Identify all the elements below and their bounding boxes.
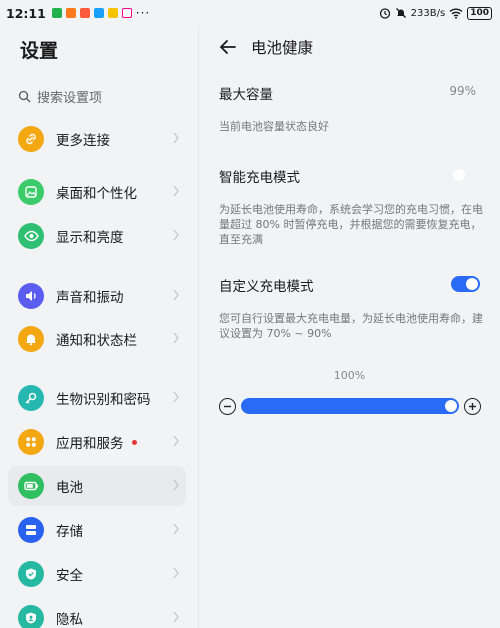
sidebar-item-battery[interactable]: 电池 bbox=[8, 466, 186, 506]
status-bar: 12:11 ··· 233B/s 100 bbox=[0, 0, 500, 26]
chevron-right-icon bbox=[173, 611, 179, 623]
status-bar-right: 233B/s 100 bbox=[379, 6, 492, 20]
max-capacity-label: 最大容量 bbox=[219, 87, 273, 103]
mute-icon bbox=[395, 8, 406, 18]
wifi-icon bbox=[449, 8, 463, 19]
chevron-right-icon bbox=[173, 185, 179, 197]
settings-sidebar: 设置 搜索设置项 更多连接 桌面和个性化 显示和亮度 声音和振动 通知和状态栏 … bbox=[0, 26, 198, 628]
custom-charge-label: 自定义充电模式 bbox=[219, 279, 314, 295]
search-placeholder: 搜索设置项 bbox=[37, 90, 103, 106]
search-field[interactable]: 搜索设置项 bbox=[18, 82, 188, 110]
sidebar-item-label: 存储 bbox=[56, 524, 83, 540]
sidebar-item-notifications[interactable]: 通知和状态栏 bbox=[8, 319, 186, 359]
sidebar-item-label: 安全 bbox=[56, 568, 83, 584]
sidebar-item-label: 桌面和个性化 bbox=[56, 186, 137, 202]
sidebar-item-desktop[interactable]: 桌面和个性化 bbox=[8, 172, 186, 212]
toggle-knob bbox=[466, 278, 478, 290]
charge-limit-slider-row bbox=[219, 396, 481, 416]
privacy-icon bbox=[18, 605, 44, 628]
chevron-right-icon bbox=[173, 567, 179, 579]
minus-icon bbox=[224, 405, 231, 407]
sidebar-item-biometrics[interactable]: 生物识别和密码 bbox=[8, 378, 186, 418]
chevron-right-icon bbox=[173, 435, 179, 447]
charge-limit-slider[interactable] bbox=[241, 398, 459, 414]
max-capacity-value: 99% bbox=[449, 84, 476, 98]
key-icon bbox=[18, 385, 44, 411]
slider-fill bbox=[241, 398, 459, 414]
back-arrow-icon[interactable] bbox=[219, 39, 237, 55]
update-badge bbox=[131, 439, 137, 445]
shield-icon bbox=[18, 561, 44, 587]
chevron-right-icon bbox=[173, 289, 179, 301]
chevron-right-icon bbox=[173, 523, 179, 535]
sidebar-item-apps[interactable]: 应用和服务 bbox=[8, 422, 186, 462]
panel-title: 电池健康 bbox=[251, 39, 314, 57]
chevron-right-icon bbox=[173, 229, 179, 241]
toggle-knob bbox=[453, 169, 465, 181]
apps-icon bbox=[18, 429, 44, 455]
chevron-right-icon bbox=[173, 479, 179, 491]
wechat-notification-icon bbox=[51, 8, 62, 18]
sidebar-item-storage[interactable]: 存储 bbox=[8, 510, 186, 550]
battery-icon bbox=[18, 473, 44, 499]
app-notification-icon bbox=[79, 8, 90, 18]
sidebar-item-label: 更多连接 bbox=[56, 133, 110, 149]
sidebar-item-more-connections[interactable]: 更多连接 bbox=[8, 119, 186, 159]
app-notification-icon bbox=[93, 8, 104, 18]
status-bar-left: 12:11 ··· bbox=[6, 6, 150, 21]
sidebar-item-label: 隐私 bbox=[56, 612, 83, 628]
weibo-notification-icon bbox=[121, 8, 132, 18]
chevron-right-icon bbox=[173, 132, 179, 144]
charge-limit-value: 100% bbox=[333, 369, 366, 382]
battery-health-panel: 电池健康 最大容量 99% 当前电池容量状态良好 智能充电模式 为延长电池使用寿… bbox=[199, 26, 500, 628]
chevron-right-icon bbox=[173, 332, 179, 344]
capacity-status-text: 当前电池容量状态良好 bbox=[219, 120, 329, 133]
app-notification-icon bbox=[107, 8, 118, 18]
battery-indicator: 100 bbox=[467, 6, 492, 20]
wallpaper-icon bbox=[18, 179, 44, 205]
plus-icon bbox=[469, 402, 476, 410]
smart-charge-label: 智能充电模式 bbox=[219, 170, 300, 186]
app-notification-icon bbox=[65, 8, 76, 18]
sidebar-item-label: 声音和振动 bbox=[56, 290, 124, 306]
sidebar-item-sound[interactable]: 声音和振动 bbox=[8, 276, 186, 316]
smart-charge-description: 为延长电池使用寿命，系统会学习您的充电习惯，在电量超过 80% 时暂停充电，并根… bbox=[219, 203, 483, 246]
link-icon bbox=[18, 126, 44, 152]
page-title: 设置 bbox=[20, 40, 59, 62]
decrease-button[interactable] bbox=[219, 397, 236, 415]
alarm-icon bbox=[379, 8, 390, 19]
custom-charge-description: 您可自行设置最大充电电量，为延长电池使用寿命，建议设置为 70% ~ 90% bbox=[219, 312, 483, 340]
sidebar-item-label: 电池 bbox=[56, 480, 83, 496]
search-icon bbox=[18, 90, 31, 102]
sidebar-item-display[interactable]: 显示和亮度 bbox=[8, 216, 186, 256]
more-notifications-icon: ··· bbox=[135, 6, 151, 20]
sidebar-item-privacy[interactable]: 隐私 bbox=[8, 598, 186, 628]
sidebar-item-label: 生物识别和密码 bbox=[56, 392, 151, 408]
sidebar-item-label: 通知和状态栏 bbox=[56, 333, 137, 349]
sidebar-item-label: 应用和服务 bbox=[56, 436, 124, 452]
smart-charge-toggle[interactable] bbox=[451, 167, 480, 183]
sidebar-item-label: 显示和亮度 bbox=[56, 230, 124, 246]
network-speed: 233B/s bbox=[410, 7, 446, 19]
eye-icon bbox=[18, 223, 44, 249]
storage-icon bbox=[18, 517, 44, 543]
bell-icon bbox=[18, 326, 44, 352]
increase-button[interactable] bbox=[464, 397, 481, 415]
chevron-right-icon bbox=[173, 391, 179, 403]
slider-thumb[interactable] bbox=[445, 400, 457, 412]
panel-header: 电池健康 bbox=[219, 36, 313, 58]
sidebar-item-security[interactable]: 安全 bbox=[8, 554, 186, 594]
speaker-icon bbox=[18, 283, 44, 309]
custom-charge-toggle[interactable] bbox=[451, 276, 480, 292]
clock: 12:11 bbox=[6, 5, 46, 21]
